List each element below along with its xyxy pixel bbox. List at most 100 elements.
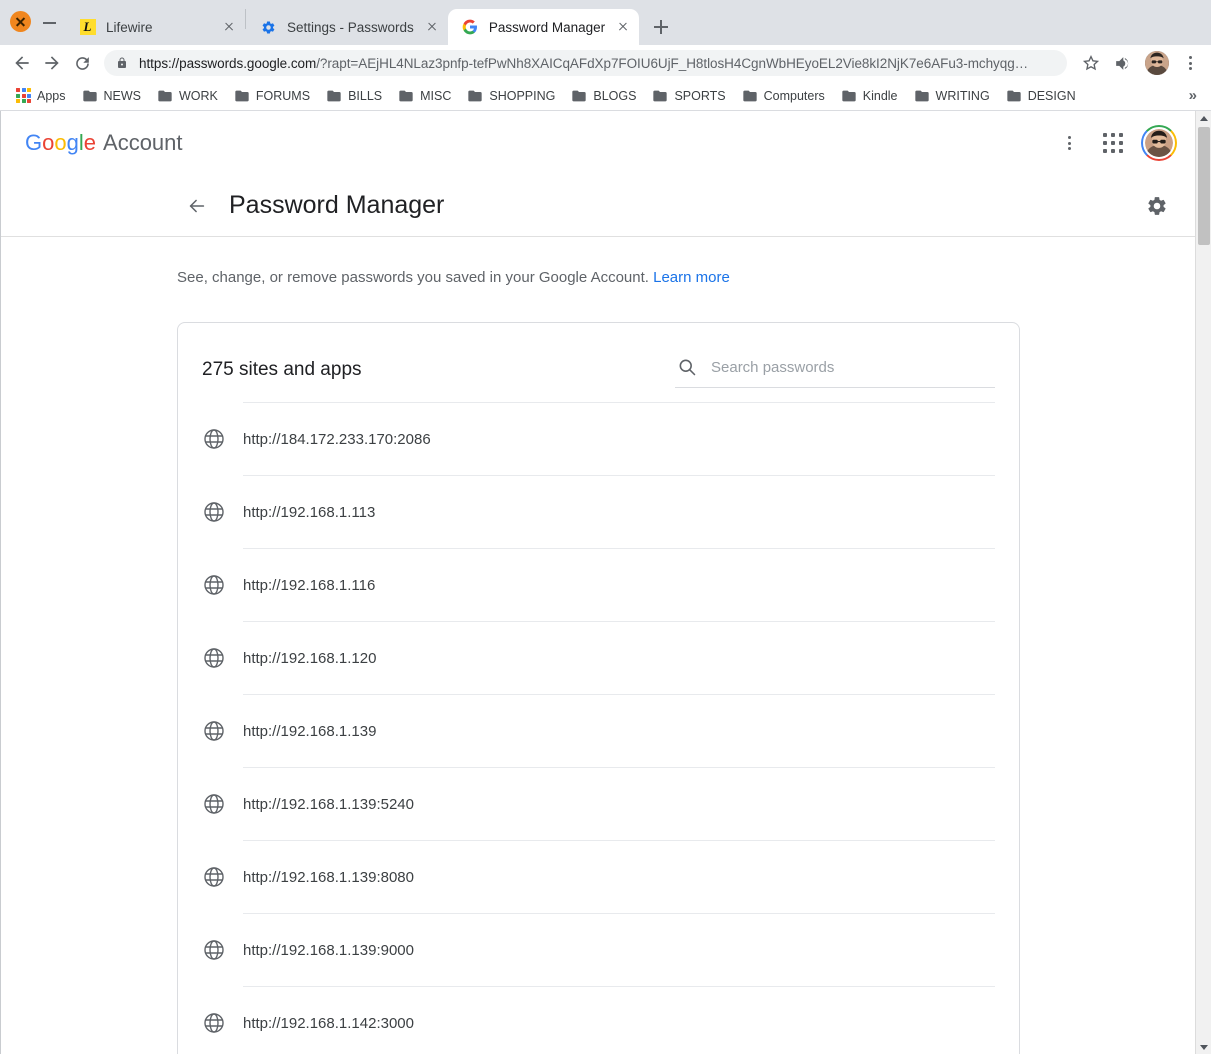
password-entry-row[interactable]: http://192.168.1.120 [178, 621, 1019, 694]
minimize-window-button[interactable] [41, 11, 59, 32]
globe-icon [202, 573, 226, 597]
tab-title: Password Manager [488, 19, 606, 35]
password-entry-url: http://192.168.1.139:5240 [243, 795, 414, 813]
password-entry-url: http://192.168.1.142:3000 [243, 1014, 414, 1032]
bookmark-blogs[interactable]: BLOGS [563, 84, 644, 108]
bookmark-label: BILLS [348, 88, 383, 103]
logo-letter: g [66, 130, 79, 155]
tab-strip: L Lifewire Settings - Passwords Password… [0, 0, 1211, 45]
logo-letter: o [42, 130, 55, 155]
folder-icon [82, 88, 98, 104]
bookmark-label: WORK [179, 88, 218, 103]
back-arrow-icon[interactable] [8, 49, 36, 77]
star-icon[interactable] [1078, 50, 1104, 76]
browser-window: L Lifewire Settings - Passwords Password… [0, 0, 1211, 1054]
bookmark-misc[interactable]: MISC [390, 84, 459, 108]
logo-letter: G [25, 130, 43, 155]
bookmark-label: SPORTS [674, 88, 726, 103]
folder-icon [234, 88, 250, 104]
forward-arrow-icon[interactable] [38, 49, 66, 77]
bookmark-sports[interactable]: SPORTS [644, 84, 733, 108]
reload-icon[interactable] [68, 49, 96, 77]
bookmark-writing[interactable]: WRITING [906, 84, 998, 108]
bookmark-shopping[interactable]: SHOPPING [459, 84, 563, 108]
card-header: 275 sites and apps [178, 323, 1019, 402]
folder-icon [742, 88, 758, 104]
tab-settings-passwords[interactable]: Settings - Passwords [246, 9, 448, 45]
password-entry-row[interactable]: http://192.168.1.139:9000 [178, 913, 1019, 986]
bookmark-label: NEWS [103, 88, 142, 103]
browser-toolbar: https://passwords.google.com/?rapt=AEjHL… [0, 45, 1211, 81]
folder-icon [914, 88, 930, 104]
bookmark-apps[interactable]: Apps [8, 84, 74, 108]
folder-icon [1006, 88, 1022, 104]
bookmark-label: Apps [37, 88, 66, 103]
password-entry-row[interactable]: http://192.168.1.139 [178, 694, 1019, 767]
close-tab-button[interactable] [613, 17, 633, 37]
password-entry-url: http://192.168.1.139:9000 [243, 941, 414, 959]
password-entry-row[interactable]: http://192.168.1.116 [178, 548, 1019, 621]
bookmark-forums[interactable]: FORUMS [226, 84, 318, 108]
scrollbar-thumb[interactable] [1198, 127, 1210, 245]
close-window-button[interactable] [10, 11, 31, 32]
bookmark-design[interactable]: DESIGN [998, 84, 1084, 108]
url-path: /?rapt=AEjHL4NLaz3pnfp-tefPwNh8XAICqAFdX… [316, 55, 1029, 71]
search-field[interactable] [675, 351, 995, 388]
close-tab-button[interactable] [422, 17, 442, 37]
folder-icon [467, 88, 483, 104]
bookmarks-overflow-button[interactable]: » [1183, 87, 1203, 104]
password-entry-row[interactable]: http://192.168.1.139:5240 [178, 767, 1019, 840]
back-arrow-icon[interactable] [177, 186, 217, 226]
bookmark-label: MISC [420, 88, 452, 103]
page-body: See, change, or remove passwords you sav… [1, 237, 1195, 1054]
folder-icon [841, 88, 857, 104]
bookmark-news[interactable]: NEWS [74, 84, 150, 108]
profile-avatar[interactable] [1145, 51, 1169, 75]
scroll-up-button[interactable] [1196, 111, 1211, 125]
bookmarks-bar: Apps NEWS WORK FORUMS BILLS MISC SHOPPIN… [0, 81, 1211, 111]
logo-letter: e [83, 130, 97, 155]
three-dot-menu-icon[interactable] [1177, 50, 1203, 76]
bookmark-label: WRITING [935, 88, 990, 103]
logo-letter: o [54, 130, 67, 155]
bookmark-work[interactable]: WORK [149, 84, 226, 108]
globe-icon [202, 500, 226, 524]
scroll-down-button[interactable] [1196, 1040, 1211, 1054]
google-g-icon [462, 19, 479, 36]
three-dot-menu-icon[interactable] [1049, 123, 1089, 163]
tab-password-manager[interactable]: Password Manager [447, 9, 640, 45]
learn-more-link[interactable]: Learn more [653, 269, 730, 286]
bookmark-computers[interactable]: Computers [734, 84, 833, 108]
user-avatar[interactable] [1141, 125, 1177, 161]
password-entry-row[interactable]: http://192.168.1.142:3000 [178, 986, 1019, 1054]
folder-icon [652, 88, 668, 104]
password-entry-row[interactable]: http://192.168.1.113 [178, 475, 1019, 548]
globe-icon [202, 1011, 226, 1035]
password-entry-url: http://192.168.1.120 [243, 649, 377, 667]
bookmark-bills[interactable]: BILLS [318, 84, 390, 108]
bookmark-label: Kindle [862, 88, 898, 103]
password-entry-row[interactable]: http://192.168.1.139:8080 [178, 840, 1019, 913]
close-tab-button[interactable] [219, 17, 239, 37]
bookmark-label: SHOPPING [489, 88, 556, 103]
page-title-bar: Password Manager [1, 175, 1195, 237]
new-tab-button[interactable] [647, 13, 675, 41]
page-viewport: Google Account Password Manager See, cha… [0, 111, 1211, 1054]
gear-icon[interactable] [1137, 186, 1177, 226]
url-domain: https://passwords.google.com [139, 55, 317, 71]
search-input[interactable] [711, 358, 993, 376]
address-bar[interactable]: https://passwords.google.com/?rapt=AEjHL… [104, 50, 1067, 76]
globe-icon [202, 865, 226, 889]
folder-icon [157, 88, 173, 104]
speaker-icon[interactable] [1109, 50, 1135, 76]
password-entry-row[interactable]: http://184.172.233.170:2086 [178, 402, 1019, 475]
sites-count-label: 275 sites and apps [202, 358, 362, 380]
tab-lifewire[interactable]: L Lifewire [65, 9, 245, 45]
page-title: Password Manager [229, 191, 445, 219]
google-apps-grid-icon[interactable] [1093, 123, 1133, 163]
apps-grid-icon [16, 88, 31, 103]
bookmark-kindle[interactable]: Kindle [833, 84, 906, 108]
bookmark-label: DESIGN [1027, 88, 1076, 103]
globe-icon [202, 427, 226, 451]
page-scrollbar[interactable] [1195, 111, 1211, 1054]
